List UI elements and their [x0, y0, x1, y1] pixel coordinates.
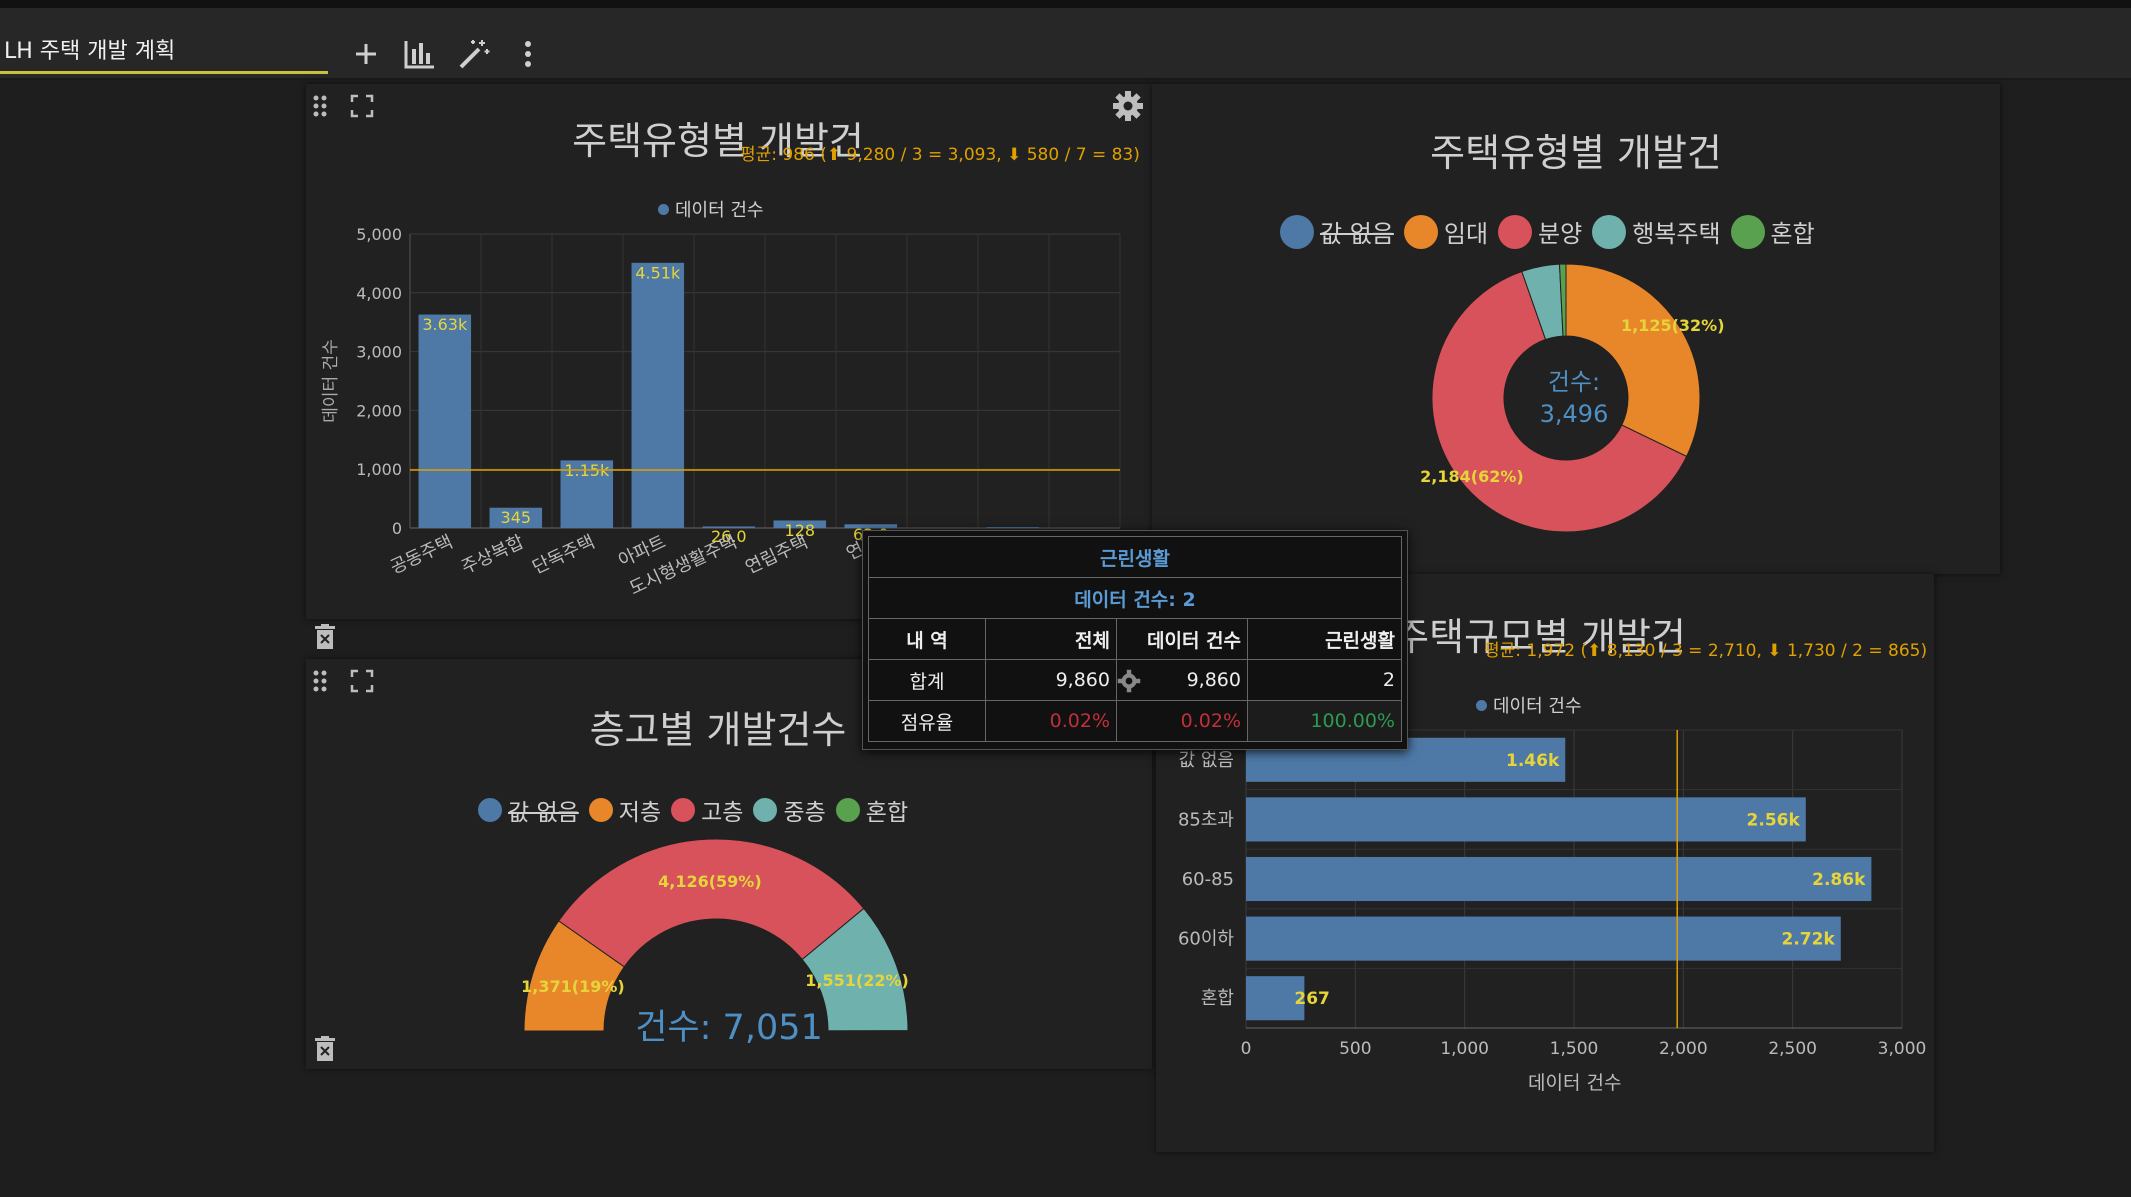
- tooltip-cell: 0.02%: [1116, 700, 1248, 742]
- tooltip-subtitle: 데이터 건수: 2: [868, 577, 1402, 619]
- y-tick-label: 4,000: [356, 284, 402, 303]
- slice-data-label: 1,371(19%): [521, 977, 625, 996]
- bar: [1246, 916, 1841, 961]
- donut-center-value: 3,496: [1539, 400, 1609, 428]
- tooltip-table: 근린생활 데이터 건수: 2 내 역 전체 데이터 건수 근린생활 합계 9,8…: [868, 536, 1402, 742]
- bar-data-label: 1.46k: [1506, 751, 1560, 771]
- legend-swatch: [658, 203, 669, 215]
- x-tick-label: 주상복합: [458, 531, 527, 578]
- slice-data-label: 2,184(62%): [1420, 467, 1524, 486]
- toolbar: LH 주택 개발 계획: [0, 8, 2131, 80]
- y-tick-label: 0: [392, 519, 402, 538]
- magic-wand-icon[interactable]: [456, 36, 492, 72]
- bar-data-label: 2.72k: [1782, 930, 1836, 950]
- data-tooltip: 근린생활 데이터 건수: 2 내 역 전체 데이터 건수 근린생활 합계 9,8…: [862, 530, 1408, 750]
- y-tick-label: 85초과: [1178, 809, 1234, 830]
- x-tick-label: 연립주택: [742, 531, 811, 578]
- bar-data-label: 267: [1294, 989, 1330, 1009]
- bar-chart-icon[interactable]: [402, 36, 438, 72]
- bar: [1246, 797, 1806, 842]
- legend-item[interactable]: 데이터 건수: [1476, 692, 1582, 718]
- tooltip-cell: 9,860: [985, 659, 1117, 701]
- donut-chart-svg: 1,125(32%) 2,184(62%): [1420, 263, 1725, 533]
- donut-center-label: 건수:: [1547, 368, 1601, 396]
- tooltip-header-item: 근린생활: [1247, 618, 1402, 660]
- legend-swatch: [1476, 699, 1487, 711]
- slice-data-label: 1,551(22%): [805, 971, 909, 990]
- bar: [418, 314, 472, 528]
- x-tick-label: 2,000: [1659, 1039, 1708, 1059]
- y-tick-label: 60-85: [1182, 869, 1234, 890]
- y-tick-label: 5,000: [356, 225, 402, 244]
- bar-data-label: 2.56k: [1747, 810, 1801, 830]
- tooltip-cell: 0.02%: [985, 700, 1117, 742]
- chart-legend: 데이터 건수: [1476, 692, 1592, 718]
- y-tick-label: 1,000: [356, 460, 402, 479]
- legend-label: 데이터 건수: [1493, 696, 1582, 717]
- y-tick-label: 3,000: [356, 343, 402, 362]
- y-tick-label: 60이하: [1178, 929, 1234, 950]
- slice-data-label: 4,126(59%): [658, 872, 762, 891]
- average-annotation: 평균: 986 (⬆ 9,280 / 3 = 3,093, ⬇ 580 / 7 …: [740, 145, 1140, 165]
- x-tick-label: 2,500: [1768, 1039, 1817, 1059]
- bar-data-label: 345: [501, 508, 532, 527]
- x-axis-label: 데이터 건수: [1528, 1072, 1622, 1094]
- bar-data-label: 4.51k: [635, 263, 681, 282]
- window-top-edge: [0, 0, 2131, 8]
- tooltip-cell: 합계: [868, 659, 986, 701]
- gear-icon: [1117, 669, 1141, 697]
- tooltip-cell: 2: [1247, 659, 1402, 701]
- bar: [631, 262, 685, 528]
- tooltip-row-share: 점유율 0.02% 0.02% 100.00%: [868, 700, 1402, 742]
- chart-legend: 데이터 건수: [658, 196, 774, 222]
- tooltip-header-category: 내 역: [868, 618, 986, 660]
- bar: [1246, 856, 1872, 902]
- x-tick-label: 500: [1339, 1039, 1371, 1059]
- bar-data-label: 2.86k: [1812, 870, 1866, 890]
- x-tick-label: 단독주택: [529, 531, 598, 578]
- x-tick-label: 공동주택: [387, 531, 456, 578]
- dashboard-tab-title[interactable]: LH 주택 개발 계획: [0, 30, 328, 74]
- average-annotation: 평균: 1,972 (⬆ 8,130 / 3 = 2,710, ⬇ 1,730 …: [1484, 641, 1928, 661]
- more-vertical-icon[interactable]: [510, 36, 546, 72]
- x-tick-label: 3,000: [1878, 1039, 1927, 1059]
- tooltip-title: 근린생활: [868, 536, 1402, 578]
- tooltip-header-total: 전체: [985, 618, 1117, 660]
- y-tick-label: 2,000: [356, 401, 402, 420]
- plus-icon[interactable]: [348, 36, 384, 72]
- legend-label: 데이터 건수: [675, 200, 764, 221]
- y-tick-label: 혼합: [1201, 988, 1234, 1009]
- slice-data-label: 1,125(32%): [1621, 316, 1725, 335]
- y-axis-label: 데이터 건수: [321, 339, 341, 423]
- legend-item[interactable]: 데이터 건수: [658, 196, 764, 222]
- trash-icon[interactable]: [314, 624, 336, 654]
- half-donut-center-text: 건수: 7,051: [635, 1008, 823, 1048]
- bar-data-label: 3.63k: [422, 315, 468, 334]
- tooltip-cell: 100.00%: [1247, 700, 1402, 742]
- chart-panel-housing-type-donut: 주택유형별 개발건 값 없음 임대 분양 행복주택 혼합 1,125(32%) 2,184…: [1152, 84, 2000, 574]
- x-tick-label: 1,500: [1550, 1039, 1599, 1059]
- x-tick-label: 0: [1241, 1039, 1252, 1059]
- tooltip-header-count: 데이터 건수: [1116, 618, 1248, 660]
- x-tick-label: 1,000: [1440, 1039, 1489, 1059]
- tooltip-cell: 점유율: [868, 700, 986, 742]
- y-tick-label: 값 없음: [1179, 750, 1234, 771]
